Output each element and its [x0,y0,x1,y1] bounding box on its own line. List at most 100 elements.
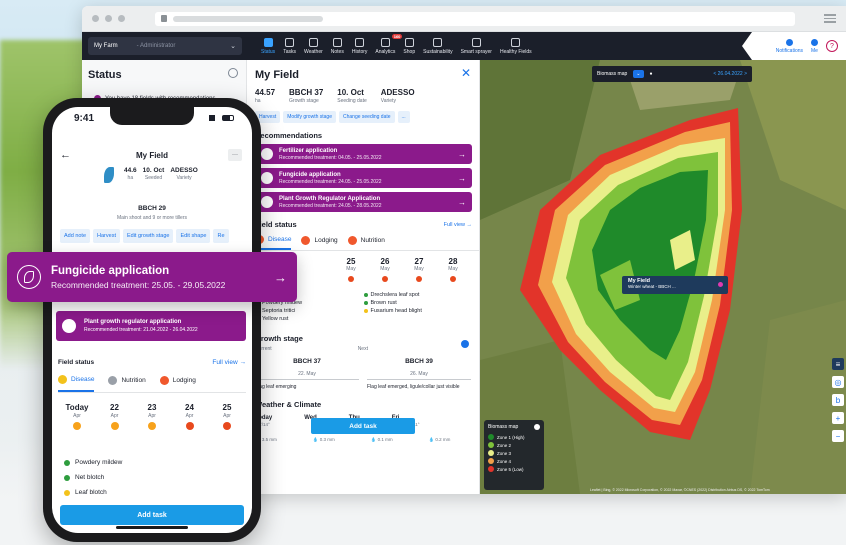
phone-action-chip[interactable]: Edit growth stage [122,229,174,243]
nav-item-analytics[interactable]: Analytics 160 [372,33,403,55]
zone-swatch-icon [488,442,494,448]
nav-item-label: Sustainability [423,48,453,55]
sprayer-icon [471,37,481,47]
field-stat: 10. Oct Seeding date [337,88,366,104]
notifications-button[interactable]: Notifications [776,38,803,54]
legend-help-icon[interactable] [534,424,540,430]
tab-nutrition[interactable]: Nutrition [347,235,385,250]
field-action-chip[interactable]: Modify growth stage [283,111,336,123]
phone-forecast-day: 25 Apr [214,403,240,430]
nav-item-notes[interactable]: Notes [328,37,347,55]
nav-item-history[interactable]: History [349,37,371,55]
nav-item-tasks[interactable]: Tasks [280,37,299,55]
phone-add-task-button[interactable]: Add task [60,505,244,525]
nav-item-shop[interactable]: Shop [400,37,418,55]
zone-swatch-icon [488,466,494,472]
map-date-picker[interactable]: < 26.04.2022 > [713,71,747,77]
nutrition-icon [108,376,118,385]
close-window-dot[interactable] [92,15,99,22]
phone-recommendation-card[interactable]: Plant growth regulator application Recom… [56,311,246,341]
field-shape-icon [104,167,114,183]
tab-lodging[interactable]: Lodging [301,235,338,250]
farm-role: - Administrator [136,43,176,49]
zoom-out-button[interactable]: − [832,430,844,442]
search-icon[interactable] [228,68,238,78]
help-icon[interactable]: ? [826,40,838,52]
recommendations-list: Fertilizer application Recommended treatm… [248,140,479,212]
legend-zone: Zone 4 [488,458,540,464]
me-button[interactable]: Me [811,38,818,54]
fungicide-card[interactable]: Fungicide application Recommended treatm… [7,252,297,302]
phone-tab-lodging[interactable]: Lodging [159,375,196,392]
nav-item-weather[interactable]: Weather [301,37,326,55]
address-bar[interactable] [155,11,795,26]
risk-dot-icon [382,276,388,282]
disease-item [364,316,473,322]
add-task-button[interactable]: Add task [311,418,415,434]
farm-name: My Farm [94,43,118,49]
nav-item-label: Shop [403,48,416,55]
phone-action-chip[interactable]: Harvest [93,229,120,243]
field-action-chip[interactable]: ... [397,111,410,123]
risk-dot-icon [348,276,354,282]
field-action-chip[interactable]: Change seeding date [338,111,395,123]
more-options-icon[interactable]: ··· [228,149,242,161]
back-arrow-icon[interactable]: ← [60,149,71,161]
farm-selector[interactable]: My Farm - Administrator ⌄ [88,37,242,55]
zone-swatch-icon [488,434,494,440]
nav-item-status[interactable]: Status [258,37,278,55]
field-status-header: Field status Full view → [248,212,479,229]
tasks-icon [285,37,295,47]
layer-toggle[interactable]: ⌄ [633,70,644,78]
recommendations-title: Recommendations [255,131,323,140]
zoom-in-button[interactable]: + [832,412,844,424]
bing-icon[interactable]: b [832,394,844,406]
disease-item: Fusarium head blight [363,308,473,314]
phone-field-stat: ADESSO Variety [170,167,197,181]
browser-menu-icon[interactable] [824,14,836,23]
info-icon[interactable] [461,340,469,348]
full-view-link[interactable]: Full view → [444,222,472,228]
locate-icon[interactable]: ◎ [832,376,844,388]
main-nav: Status Tasks Weather Notes History Analytics 1… [258,33,535,55]
recommendation-title: Plant Growth Regulator Application [279,195,381,202]
nav-item-healthy-fields[interactable]: Healthy Fields [497,37,535,55]
close-icon[interactable]: ✕ [461,66,471,80]
map-layer-select[interactable]: Biomass map [597,71,627,77]
phone-full-view-link[interactable]: Full view → [212,359,246,366]
nav-item-label: Analytics [375,48,396,55]
phone-tab-nutrition[interactable]: Nutrition [108,375,146,392]
map-attribution[interactable]: Leaflet | Bing, © 2022 Microsoft Corpora… [590,488,770,492]
map-info-icon[interactable]: ● [650,71,653,77]
nav-item-sustainability[interactable]: Sustainability [420,37,455,55]
status-dot-icon [64,459,70,466]
nutrition-icon [347,236,357,245]
phone-action-chip[interactable]: Edit shape [176,229,211,243]
recommendation-card[interactable]: Fungicide application Recommended treatme… [255,168,472,188]
recommendation-card[interactable]: Fertilizer application Recommended treatm… [255,144,472,164]
day-month: May [380,266,390,272]
notes-icon [332,37,342,47]
phone-tab-disease[interactable]: Disease [58,375,95,392]
nav-item-smart-sprayer[interactable]: Smart sprayer [458,37,495,55]
biomass-map[interactable]: Biomass map ⌄ ● < 26.04.2022 > My Field … [480,60,846,494]
window-controls [92,15,125,22]
legend-title: Biomass map [488,424,519,430]
phone-day-number: Today [65,403,89,412]
phone-action-chip[interactable]: Add note [60,229,91,243]
minimize-window-dot[interactable] [105,15,112,22]
phone-action-chip[interactable]: Re [213,229,229,243]
recommendation-card[interactable]: Plant Growth Regulator Application Recomm… [255,192,472,212]
phone-stat-value: 10. Oct [142,167,165,174]
arrow-right-icon: → [458,149,466,159]
signal-icon [209,115,219,121]
recommendation-title: Fertilizer application [279,147,338,154]
layers-icon[interactable]: ≡ [832,358,844,370]
field-stat-value: 44.57 [255,88,276,97]
field-map-label[interactable]: My Field Winter wheat - BBCH ... [622,276,728,294]
zone-label: Zone 2 [497,442,512,448]
phone-day-number: 22 [110,403,119,412]
maximize-window-dot[interactable] [118,15,125,22]
map-toolbar: Biomass map ⌄ ● < 26.04.2022 > [592,66,752,82]
phone-mockup: 9:41 ← My Field ··· 44.6 ha 10. Oct Seeded A… [43,98,261,542]
